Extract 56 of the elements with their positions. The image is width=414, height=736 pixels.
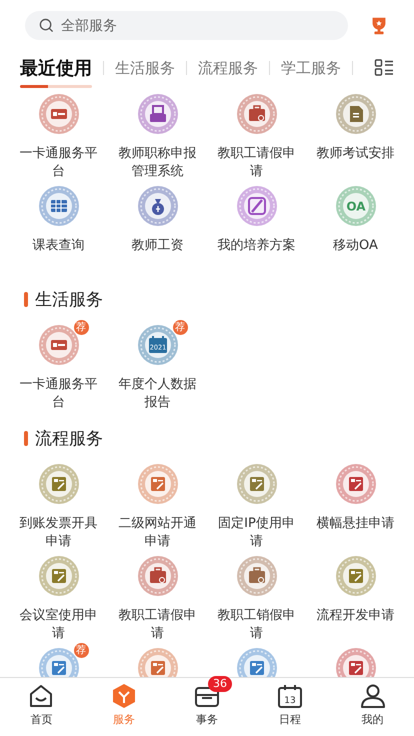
service-label[interactable]: 到账发票开具申请 <box>18 515 100 551</box>
service-label[interactable]: 移动OA <box>314 237 396 255</box>
service-icon[interactable] <box>36 462 80 506</box>
nav-tab[interactable]: 首页 <box>0 678 83 736</box>
service-icon[interactable] <box>234 462 278 506</box>
service-label[interactable]: 年度个人数据报告 <box>116 376 198 412</box>
service-icon[interactable] <box>136 92 180 136</box>
count-badge: 36 <box>208 676 232 692</box>
hexagon-icon <box>111 683 138 709</box>
search-icon <box>39 18 54 33</box>
service-label[interactable]: 教职工请假申请 <box>116 607 198 643</box>
category-tab[interactable]: 生活服务 <box>115 52 175 88</box>
service-icon[interactable] <box>334 646 378 677</box>
section-title: 生活服务 <box>35 289 103 311</box>
grid-list-icon[interactable] <box>374 58 394 78</box>
service-label[interactable]: 一卡通服务平台 <box>18 376 100 412</box>
service-label[interactable]: 流程开发申请 <box>314 607 396 625</box>
service-icon[interactable] <box>234 92 278 136</box>
service-label[interactable]: 横幅悬挂申请 <box>314 515 396 533</box>
nav-tab[interactable]: 36 事务 <box>166 678 248 736</box>
category-tab[interactable]: 流程服务 <box>198 52 258 88</box>
service-label[interactable]: 固定IP使用申请 <box>216 515 298 551</box>
service-label[interactable]: 教师工资 <box>116 237 198 255</box>
service-icon[interactable] <box>234 646 278 677</box>
service-icon[interactable] <box>136 554 180 598</box>
recommend-badge: 荐 <box>172 320 188 335</box>
section-title: 流程服务 <box>35 428 103 450</box>
category-tab[interactable]: 学工服务 <box>281 52 341 88</box>
service-label[interactable]: 会议室使用申请 <box>18 607 100 643</box>
nav-tab[interactable]: 13 日程 <box>248 678 332 736</box>
service-icon[interactable] <box>334 462 378 506</box>
category-tab[interactable]: 最近使用 <box>20 50 92 90</box>
service-label[interactable]: 一卡通服务平台 <box>18 145 100 181</box>
recommend-badge: 荐 <box>74 320 88 335</box>
nav-tab[interactable]: 我的 <box>331 678 414 736</box>
service-label[interactable]: 我的培养方案 <box>216 237 298 255</box>
user-icon <box>360 683 386 709</box>
service-label[interactable]: 教师考试安排 <box>314 145 396 163</box>
service-label[interactable]: 教职工请假申请 <box>216 145 298 181</box>
service-icon[interactable] <box>36 92 80 136</box>
envelope-icon <box>28 683 54 709</box>
service-icon[interactable] <box>334 554 378 598</box>
service-icon[interactable] <box>36 184 80 228</box>
search-field[interactable]: 全部服务 <box>25 11 348 40</box>
service-icon[interactable] <box>136 184 180 228</box>
recommend-badge: 荐 <box>74 643 88 658</box>
service-icon[interactable] <box>136 646 180 677</box>
service-label[interactable]: 课表查询 <box>18 237 100 255</box>
service-icon[interactable] <box>136 462 180 506</box>
service-label[interactable]: 教职工销假申请 <box>216 607 298 643</box>
service-icon[interactable] <box>334 92 378 136</box>
service-icon[interactable] <box>234 554 278 598</box>
service-icon[interactable] <box>234 184 278 228</box>
service-icon[interactable] <box>36 554 80 598</box>
service-label[interactable]: 二级网站开通申请 <box>116 515 198 551</box>
service-label[interactable]: 教师职称申报管理系统 <box>116 145 198 181</box>
